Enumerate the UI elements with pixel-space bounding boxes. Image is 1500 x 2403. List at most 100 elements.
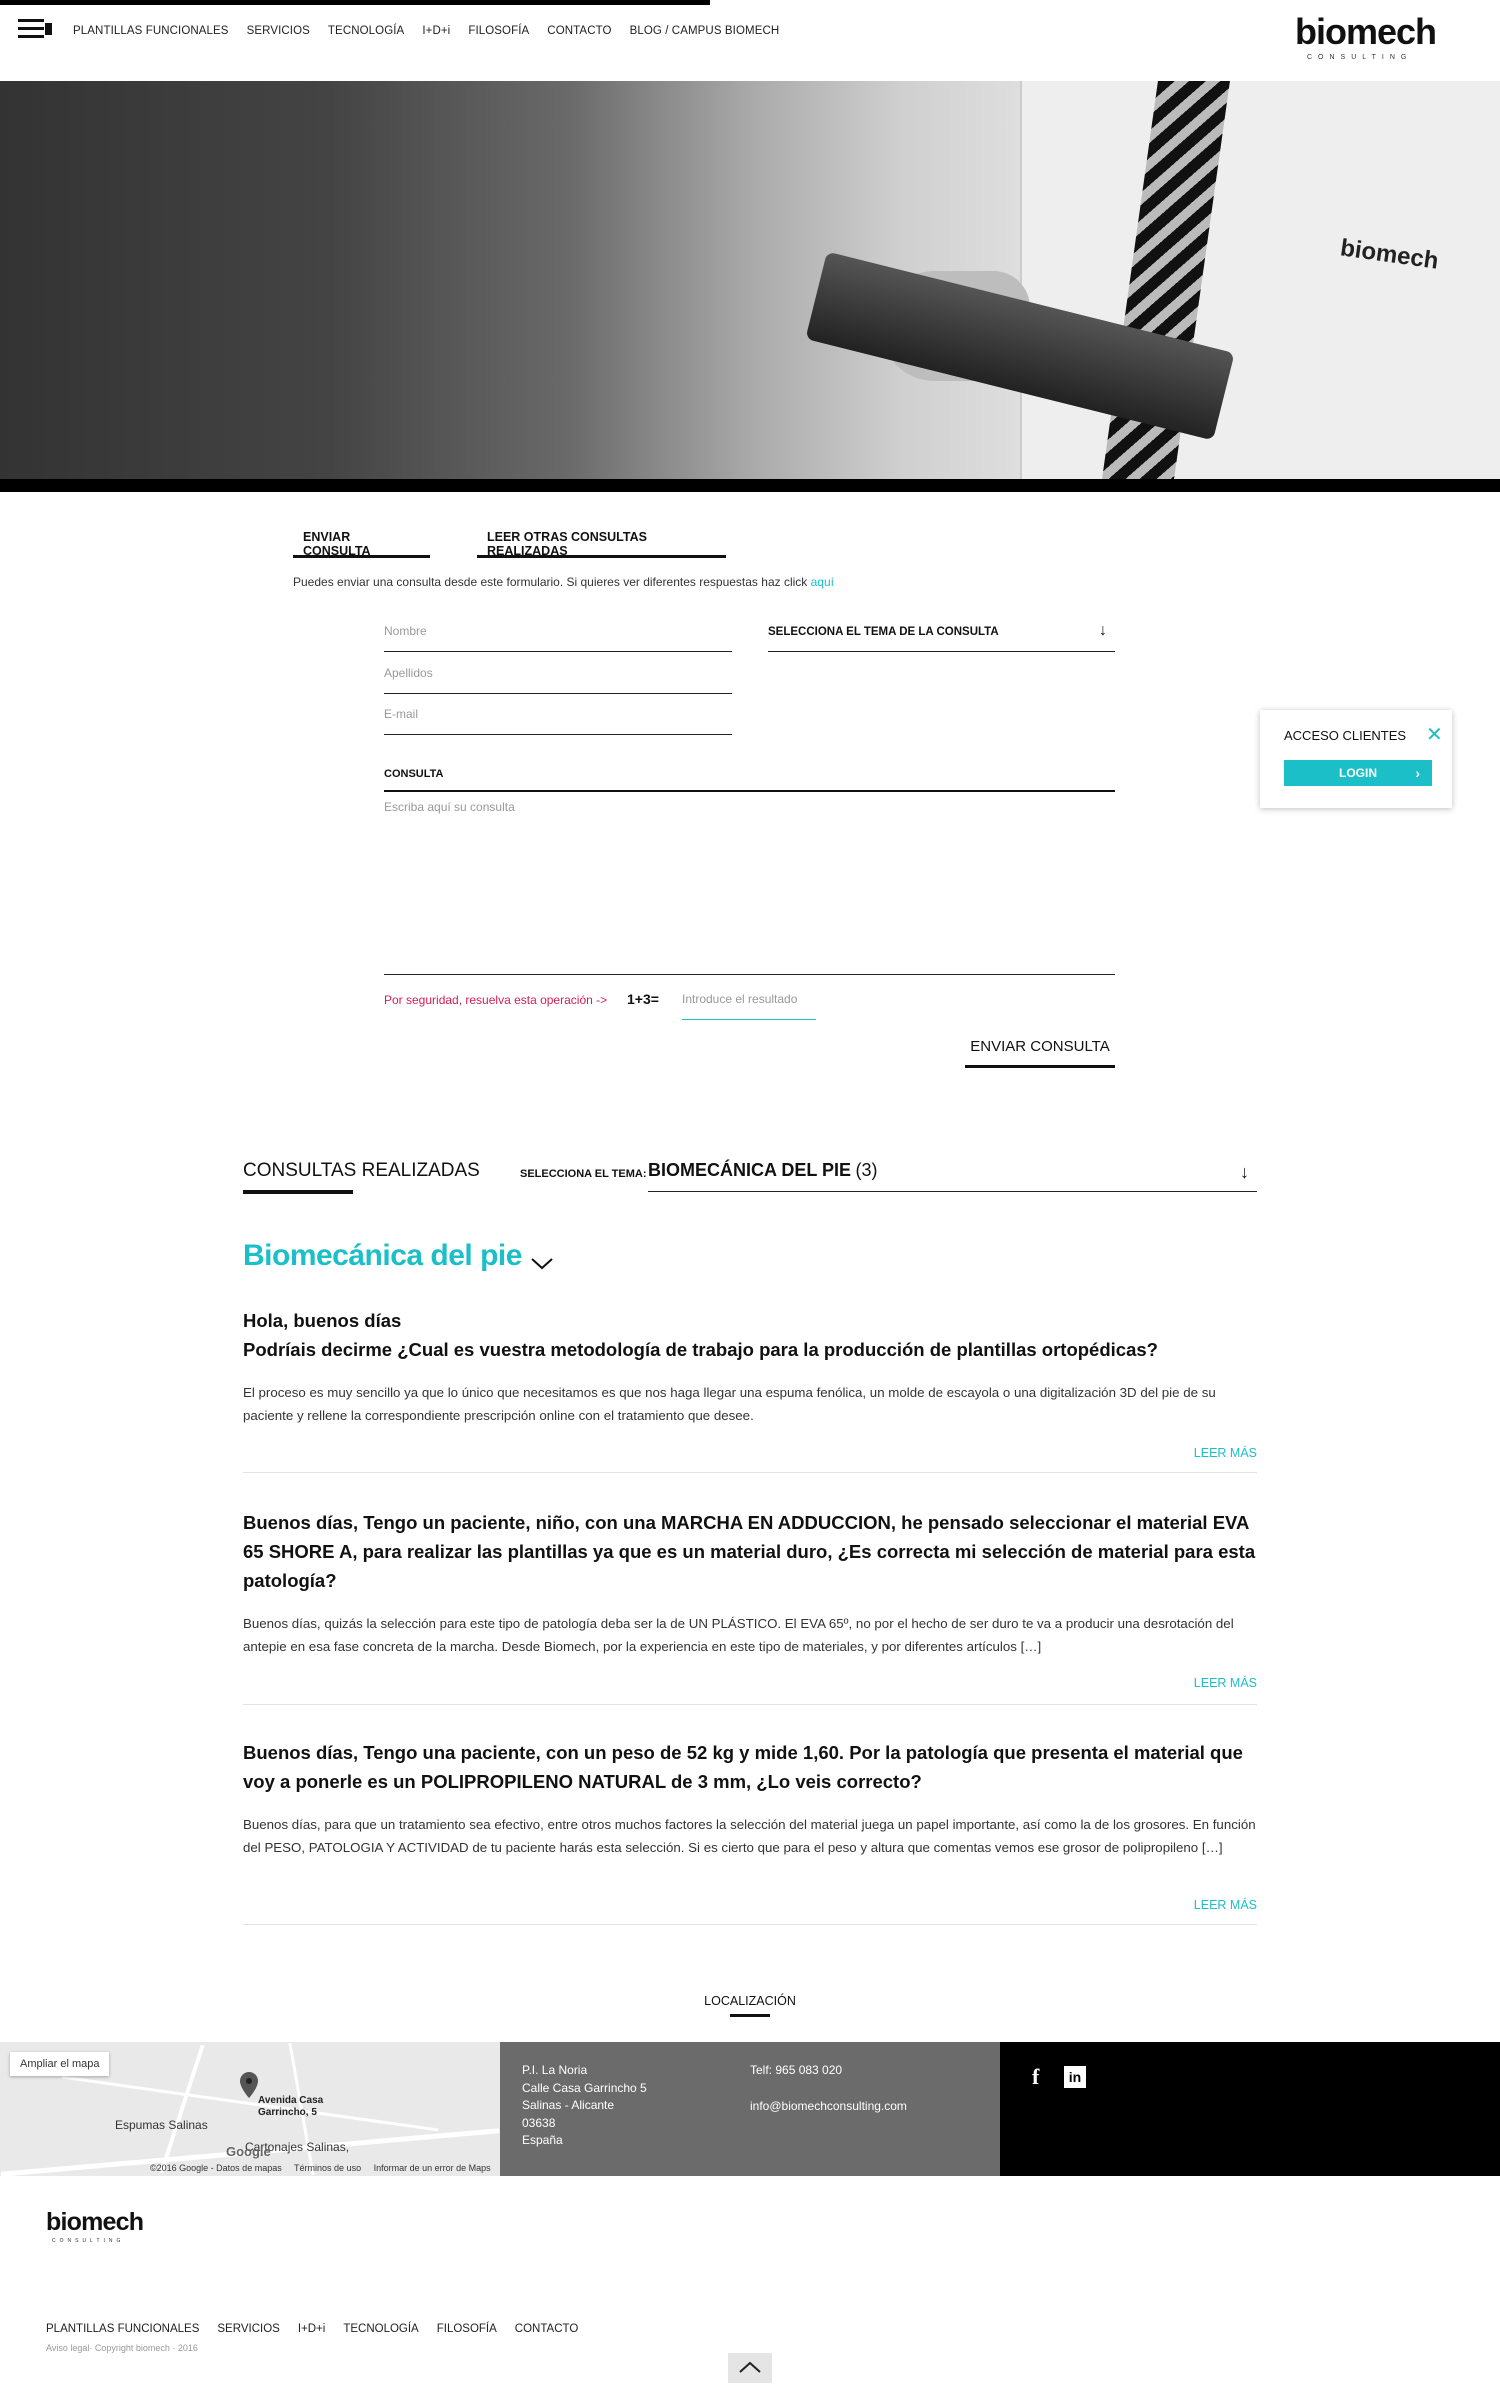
selected-tema: BIOMECÁNICA DEL PIE xyxy=(648,1160,852,1180)
linkedin-icon[interactable]: in xyxy=(1064,2066,1086,2088)
logo-subtext: CONSULTING xyxy=(1307,54,1413,61)
consultas-title: CONSULTAS REALIZADAS xyxy=(243,1160,480,1194)
form-intro: Puedes enviar una consulta desde este fo… xyxy=(293,575,834,589)
nav-servicios[interactable]: SERVICIOS xyxy=(247,25,310,37)
tema-select[interactable]: SELECCIONA EL TEMA DE LA CONSULTA ↓ xyxy=(768,622,1115,652)
captcha-label: Por seguridad, resuelva esta operación -… xyxy=(384,993,608,1007)
phone: Telf: 965 083 020 xyxy=(750,2063,843,2077)
main-nav: PLANTILLAS FUNCIONALES SERVICIOS TECNOLO… xyxy=(73,25,797,37)
consulta-item: Buenos días, Tengo un paciente, niño, co… xyxy=(243,1508,1257,1706)
tab-leer-consultas[interactable]: LEER OTRAS CONSULTAS REALIZADAS xyxy=(477,530,726,558)
address-box: P.I. La Noria Calle Casa Garrincho 5 Sal… xyxy=(500,2042,1000,2176)
logo-text: biomech xyxy=(1295,11,1437,52)
logo[interactable]: biomech CONSULTING xyxy=(1295,14,1455,64)
footer-logo-subtext: CONSULTING xyxy=(52,2238,125,2244)
facebook-icon[interactable]: f xyxy=(1032,2064,1039,2090)
nav-blog[interactable]: BLOG / CAMPUS BIOMECH xyxy=(630,25,780,37)
consultas-tema-label: SELECCIONA EL TEMA: xyxy=(520,1168,647,1180)
email-input[interactable] xyxy=(384,707,732,721)
arrow-down-icon: ↓ xyxy=(1240,1162,1249,1182)
footer-nav-tecnologia[interactable]: TECNOLOGÍA xyxy=(343,2323,418,2335)
site-header: PLANTILLAS FUNCIONALES SERVICIOS TECNOLO… xyxy=(0,0,1500,81)
footer-logo[interactable]: biomech CONSULTING xyxy=(46,2208,144,2244)
nav-plantillas[interactable]: PLANTILLAS FUNCIONALES xyxy=(73,25,229,37)
chevron-up-icon xyxy=(739,2361,761,2373)
social-box: f in xyxy=(1000,2042,1500,2176)
footer-nav-contacto[interactable]: CONTACTO xyxy=(515,2323,578,2335)
hero-lab-coat xyxy=(1020,81,1500,479)
consulta-answer: Buenos días, para que un tratamiento sea… xyxy=(243,1817,1256,1855)
consulta-item: Hola, buenos días Podríais decirme ¿Cual… xyxy=(243,1306,1257,1474)
footer-nav-plantillas[interactable]: PLANTILLAS FUNCIONALES xyxy=(46,2323,199,2335)
nav-contacto[interactable]: CONTACTO xyxy=(547,25,611,37)
client-access-box: ACCESO CLIENTES ✕ LOGIN › xyxy=(1260,710,1452,808)
copyright: Aviso legal· Copyright biomech · 2016 xyxy=(46,2343,198,2353)
captcha-field xyxy=(682,990,816,1020)
address-line: Salinas - Alicante xyxy=(522,2098,615,2112)
read-more-link[interactable]: LEER MÁS xyxy=(1194,1446,1257,1460)
footer-nav-filosofia[interactable]: FILOSOFÍA xyxy=(437,2323,497,2335)
email-link[interactable]: info@biomechconsulting.com xyxy=(750,2098,907,2116)
consulta-question: Buenos días, Tengo un paciente, niño, co… xyxy=(243,1512,1256,1591)
menu-icon[interactable] xyxy=(18,19,52,41)
consulta-label: CONSULTA xyxy=(384,768,1115,792)
tema-select-label: SELECCIONA EL TEMA DE LA CONSULTA xyxy=(768,626,999,638)
location-underline xyxy=(730,2014,770,2017)
hero-image: biomech xyxy=(0,81,1500,479)
form-intro-text: Puedes enviar una consulta desde este fo… xyxy=(293,575,811,589)
location-title: LOCALIZACIÓN xyxy=(704,1994,796,2008)
arrow-down-icon: ↓ xyxy=(1099,622,1107,639)
chevron-right-icon: › xyxy=(1415,765,1420,781)
footer-logo-text: biomech xyxy=(46,2208,144,2236)
email-field xyxy=(384,705,732,735)
contact-info: Telf: 965 083 020 info@biomechconsulting… xyxy=(750,2062,907,2115)
consulta-answer: Buenos días, quizás la selección para es… xyxy=(243,1616,1234,1654)
footer-nav-servicios[interactable]: SERVICIOS xyxy=(217,2323,279,2335)
apellidos-input[interactable] xyxy=(384,666,732,680)
consulta-answer: El proceso es muy sencillo ya que lo úni… xyxy=(243,1385,1216,1423)
map[interactable]: Ampliar el mapa Avenida Casa Garrincho, … xyxy=(0,2042,500,2176)
address-line: Calle Casa Garrincho 5 xyxy=(522,2080,647,2095)
apellidos-field xyxy=(384,664,732,694)
nav-idi[interactable]: I+D+i xyxy=(422,25,450,37)
client-access-title: ACCESO CLIENTES xyxy=(1284,728,1407,743)
address-line: P.I. La Noria xyxy=(522,2063,588,2077)
nombre-field xyxy=(384,622,732,652)
back-to-top-button[interactable] xyxy=(728,2353,772,2383)
intro-link[interactable]: aquí xyxy=(811,575,834,589)
chevron-down-icon[interactable] xyxy=(530,1252,554,1276)
nav-tecnologia[interactable]: TECNOLOGÍA xyxy=(328,25,404,37)
close-icon[interactable]: ✕ xyxy=(1426,722,1443,747)
category-title: Biomecánica del pie xyxy=(243,1239,522,1272)
login-button[interactable]: LOGIN › xyxy=(1284,760,1432,786)
nombre-input[interactable] xyxy=(384,624,732,638)
address-lines: P.I. La Noria Calle Casa Garrincho 5 Sal… xyxy=(522,2062,647,2150)
divider xyxy=(243,1924,1257,1925)
submit-consulta-button[interactable]: ENVIAR CONSULTA xyxy=(965,1038,1115,1068)
map-expand-button[interactable]: Ampliar el mapa xyxy=(10,2052,110,2076)
read-more-link[interactable]: LEER MÁS xyxy=(1194,1898,1257,1912)
map-label-espumas: Espumas Salinas xyxy=(115,2118,208,2132)
consultas-tema-select[interactable]: BIOMECÁNICA DEL PIE (3) ↓ xyxy=(648,1160,1257,1192)
google-logo: Google xyxy=(226,2144,271,2159)
tab-enviar-consulta[interactable]: ENVIAR CONSULTA xyxy=(293,530,430,558)
tema-count: (3) xyxy=(855,1160,878,1180)
nav-filosofia[interactable]: FILOSOFÍA xyxy=(468,25,529,37)
consulta-field xyxy=(384,800,1115,975)
footer-nav: PLANTILLAS FUNCIONALES SERVICIOS I+D+i T… xyxy=(46,2323,596,2335)
hero-bottom-bar xyxy=(0,479,1500,492)
consulta-item: Buenos días, Tengo una paciente, con un … xyxy=(243,1738,1257,1926)
captcha-input[interactable] xyxy=(682,992,816,1006)
consulta-question: Buenos días, Tengo una paciente, con un … xyxy=(243,1742,1243,1792)
address-line: 03638 xyxy=(522,2115,556,2130)
footer-nav-idi[interactable]: I+D+i xyxy=(298,2323,326,2335)
read-more-link[interactable]: LEER MÁS xyxy=(1194,1676,1257,1690)
map-pin-address: Avenida Casa Garrincho, 5 xyxy=(258,2095,324,2118)
map-footer: ©2016 Google - Datos de mapas Términos d… xyxy=(150,2163,491,2173)
map-pin-icon xyxy=(240,2072,258,2098)
divider xyxy=(243,1472,1257,1473)
consulta-textarea[interactable] xyxy=(384,800,1115,974)
captcha-operation: 1+3= xyxy=(627,991,659,1007)
consulta-question: Hola, buenos días Podríais decirme ¿Cual… xyxy=(243,1310,1158,1360)
address-line: España xyxy=(522,2133,563,2147)
